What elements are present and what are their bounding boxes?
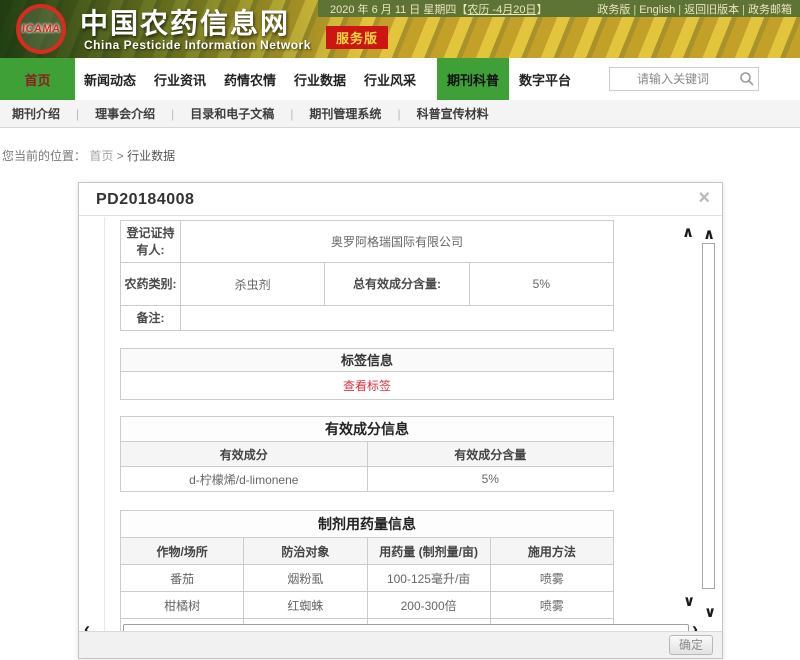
icama-logo[interactable]: ICAMA [16, 4, 66, 54]
date-text: 2020 年 6 月 11 日 星期四【农历 -4月20日】 [330, 1, 547, 17]
logo-text: ICAMA [21, 23, 61, 35]
breadcrumb-separator: > [117, 149, 124, 163]
tab-industry-info[interactable]: 行业资讯 [145, 58, 215, 100]
remark-label: 备注: [121, 306, 181, 331]
top-links: 政务版|English|返回旧版本|政务邮箱 [597, 1, 792, 17]
label-info-section: 标签信息 查看标签 [120, 348, 614, 400]
col-ingredient: 有效成分 [121, 442, 368, 467]
ok-button[interactable]: 确定 [669, 635, 713, 655]
main-nav: 首页 新闻动态 行业资讯 药情农情 行业数据 行业风采 期刊科普 数字平台 [0, 58, 800, 100]
tab-digital-platform[interactable]: 数字平台 [509, 58, 581, 100]
col-method: 施用方法 [490, 538, 613, 565]
service-version-badge[interactable]: 服务版 [326, 26, 388, 49]
search-input[interactable] [609, 67, 759, 91]
view-label-link[interactable]: 查看标签 [343, 379, 391, 393]
content-value: 5% [469, 263, 613, 306]
top-utility-bar: 2020 年 6 月 11 日 星期四【农历 -4月20日】 政务版|Engli… [318, 0, 800, 17]
col-dosage: 用药量 (制剂量/亩) [367, 538, 490, 565]
breadcrumb-home-link[interactable]: 首页 [89, 149, 113, 163]
dosage-section-title: 制剂用药量信息 [121, 511, 614, 538]
table-row: d-柠檬烯/d-limonene 5% [121, 467, 614, 492]
search-area [609, 58, 759, 100]
lunar-date: 农历 -4月20日 [467, 4, 536, 16]
registration-info-table: 登记证持有人: 奥罗阿格瑞国际有限公司 农药类别: 杀虫剂 总有效成分含量: 5… [120, 220, 614, 331]
site-title: 中国农药信息网 [80, 2, 290, 42]
table-row: 番茄 烟粉虱 100-125毫升/亩 喷雾 [121, 565, 614, 592]
close-icon[interactable]: × [698, 188, 710, 208]
tab-news[interactable]: 新闻动态 [75, 58, 145, 100]
tab-home[interactable]: 首页 [0, 58, 75, 100]
subnav-catalog-manuscript[interactable]: 目录和电子文稿 [188, 105, 276, 122]
tab-industry-data[interactable]: 行业数据 [285, 58, 355, 100]
holder-label: 登记证持有人: [121, 221, 181, 263]
col-crop-site: 作物/场所 [121, 538, 244, 565]
subnav-council-intro[interactable]: 理事会介绍 [93, 105, 157, 122]
category-label: 农药类别: [121, 263, 181, 306]
col-ingredient-content: 有效成分含量 [367, 442, 614, 467]
dosage-table: 制剂用药量信息 作物/场所 防治对象 用药量 (制剂量/亩) 施用方法 番茄 烟… [120, 510, 614, 633]
holder-value: 奥罗阿格瑞国际有限公司 [181, 221, 614, 263]
modal-footer: 确定 [79, 631, 722, 658]
registration-detail-modal: PD20184008 × 登记证持有人: 奥罗阿格瑞国际有限公司 农药类别: 杀… [78, 182, 723, 659]
sub-nav: 期刊介绍| 理事会介绍| 目录和电子文稿| 期刊管理系统| 科普宣传材料 [0, 100, 800, 128]
active-ingredient-table: 有效成分信息 有效成分 有效成分含量 d-柠檬烯/d-limonene 5% [120, 416, 614, 492]
outer-scroll-up-icon[interactable]: ∧ [703, 227, 715, 242]
content-label: 总有效成分含量: [325, 263, 469, 306]
modal-scroll-viewport: 登记证持有人: 奥罗阿格瑞国际有限公司 农药类别: 杀虫剂 总有效成分含量: 5… [104, 217, 701, 633]
col-target: 防治对象 [244, 538, 367, 565]
breadcrumb-current: 行业数据 [127, 149, 175, 163]
subnav-journal-system[interactable]: 期刊管理系统 [307, 105, 383, 122]
category-value: 杀虫剂 [181, 263, 325, 306]
outer-scroll-down-icon[interactable]: ∨ [704, 605, 716, 620]
site-header: ICAMA 中国农药信息网 China Pesticide Informatio… [0, 0, 800, 58]
search-icon[interactable] [739, 71, 755, 87]
ingredient-section-title: 有效成分信息 [121, 417, 614, 442]
subnav-science-materials[interactable]: 科普宣传材料 [415, 105, 491, 122]
tab-pesticide-agri[interactable]: 药情农情 [215, 58, 285, 100]
tab-industry-style[interactable]: 行业风采 [355, 58, 425, 100]
table-row: 柑橘树 红蜘蛛 200-300倍 喷雾 [121, 592, 614, 619]
modal-title: PD20184008 [79, 183, 722, 216]
vertical-scrollbar-thumb[interactable] [702, 243, 715, 589]
top-link-gov-mail[interactable]: 政务邮箱 [748, 4, 792, 16]
page: ICAMA 中国农药信息网 China Pesticide Informatio… [0, 0, 800, 660]
top-link-english[interactable]: English [639, 4, 675, 16]
subnav-journal-intro[interactable]: 期刊介绍 [10, 105, 62, 122]
tab-journal-science[interactable]: 期刊科普 [437, 58, 509, 100]
top-link-old-version[interactable]: 返回旧版本 [684, 4, 739, 16]
scroll-up-icon[interactable]: ∧ [682, 225, 694, 240]
scroll-down-icon[interactable]: ∨ [683, 594, 695, 609]
breadcrumb: 您当前的位置： 首页 > 行业数据 [2, 147, 175, 164]
remark-value [181, 306, 614, 331]
label-info-title: 标签信息 [121, 349, 613, 372]
breadcrumb-prefix: 您当前的位置： [2, 149, 86, 163]
site-subtitle: China Pesticide Information Network [84, 38, 311, 52]
top-link-gov[interactable]: 政务版 [597, 4, 630, 16]
